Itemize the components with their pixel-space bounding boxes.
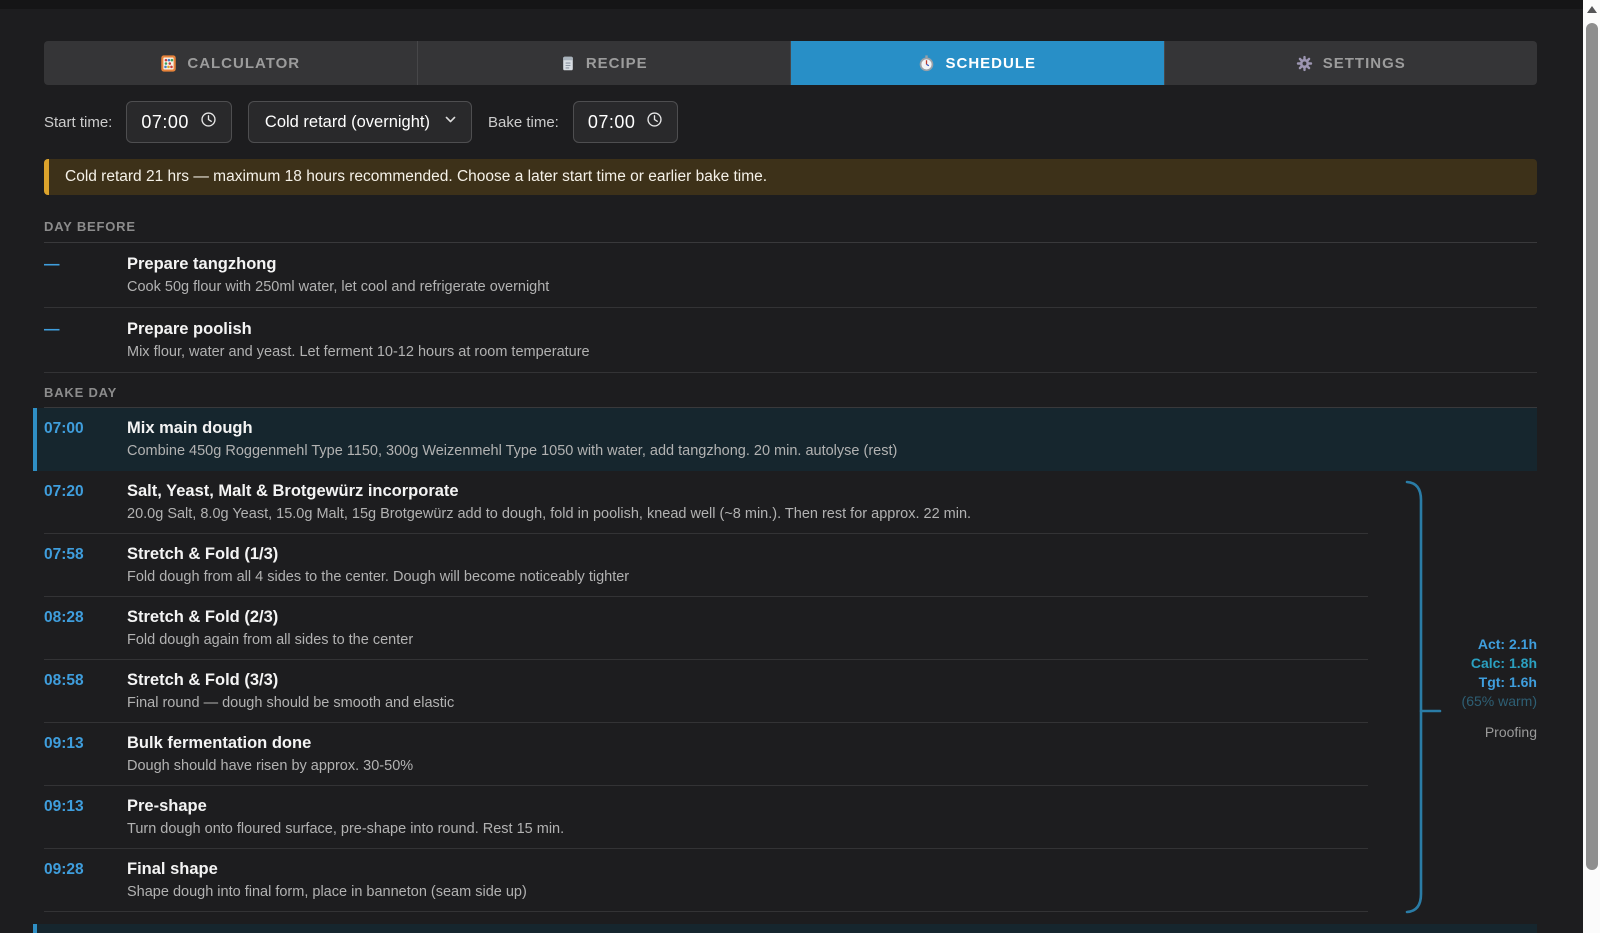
chevron-down-icon: [444, 113, 457, 131]
item-title: Stretch & Fold (1/3): [127, 544, 1537, 565]
item-description: Dough should have risen by approx. 30-50…: [127, 756, 1537, 776]
clock-icon[interactable]: [646, 111, 663, 133]
item-time: 07:58: [44, 544, 127, 587]
proofing-calculated: Calc: 1.8h: [1462, 654, 1537, 673]
section-header: DAY BEFORE: [44, 213, 1537, 243]
schedule-item[interactable]: 07:20Salt, Yeast, Malt & Brotgewürz inco…: [44, 471, 1537, 534]
tab-bar: CALCULATOR RECIPE: [44, 41, 1537, 85]
item-time: 09:13: [44, 733, 127, 776]
schedule-item[interactable]: —Prepare poolishMix flour, water and yea…: [44, 308, 1537, 373]
tab-label: CALCULATOR: [187, 55, 300, 72]
item-title: Pre-shape: [127, 796, 1537, 817]
item-title: Mix main dough: [127, 418, 1537, 439]
schedule-item[interactable]: 09:28Final shapeShape dough into final f…: [44, 849, 1537, 912]
item-dash: —: [44, 319, 127, 362]
clock-icon[interactable]: [200, 111, 217, 133]
item-time: 09:13: [44, 796, 127, 839]
item-description: Fold dough again from all sides to the c…: [127, 630, 1537, 650]
top-strip: [0, 0, 1600, 9]
item-title: Prepare tangzhong: [127, 254, 1537, 275]
item-title: Stretch & Fold (2/3): [127, 607, 1537, 628]
item-description: Shape dough into final form, place in ba…: [127, 882, 1537, 902]
bake-time-label: Bake time:: [488, 114, 559, 131]
item-title: Salt, Yeast, Malt & Brotgewürz incorpora…: [127, 481, 1537, 502]
item-description: Turn dough onto floured surface, pre-sha…: [127, 819, 1537, 839]
schedule-item[interactable]: 08:58Stretch & Fold (3/3)Final round — d…: [44, 660, 1537, 723]
gear-icon: [1296, 55, 1313, 72]
item-time: 08:58: [44, 670, 127, 713]
item-description: Cook 50g flour with 250ml water, let coo…: [127, 277, 1537, 297]
calculator-icon: [160, 55, 177, 72]
schedule-item[interactable]: 09:13Bulk fermentation doneDough should …: [44, 723, 1537, 786]
tab-label: SETTINGS: [1323, 55, 1406, 72]
start-time-value: 07:00: [141, 112, 189, 133]
item-description: Fold dough from all 4 sides to the cente…: [127, 567, 1537, 587]
proofing-labels: Act: 2.1h Calc: 1.8h Tgt: 1.6h (65% warm…: [1462, 635, 1537, 742]
schedule-item[interactable]: 07:58Stretch & Fold (1/3)Fold dough from…: [44, 534, 1537, 597]
item-description: Combine 450g Roggenmehl Type 1150, 300g …: [127, 441, 1537, 461]
warning-banner: Cold retard 21 hrs — maximum 18 hours re…: [44, 159, 1537, 195]
proofing-actual: Act: 2.1h: [1462, 635, 1537, 654]
tab-label: RECIPE: [586, 55, 648, 72]
section-bake-day: 07:00Mix main doughCombine 450g Roggenme…: [44, 408, 1537, 933]
warning-text: Cold retard 21 hrs — maximum 18 hours re…: [65, 168, 767, 186]
tab-settings[interactable]: SETTINGS: [1165, 41, 1538, 85]
section-day-before: —Prepare tangzhongCook 50g flour with 25…: [44, 243, 1537, 373]
stopwatch-icon: [918, 55, 935, 72]
schedule-item[interactable]: 07:00Mix main doughCombine 450g Roggenme…: [33, 408, 1537, 471]
schedule-item[interactable]: —Prepare tangzhongCook 50g flour with 25…: [44, 243, 1537, 308]
tab-calculator[interactable]: CALCULATOR: [44, 41, 418, 85]
tab-label: SCHEDULE: [945, 55, 1036, 72]
bake-time-input[interactable]: 07:00: [573, 101, 679, 143]
proofing-target: Tgt: 1.6h: [1462, 673, 1537, 692]
bake-time-value: 07:00: [588, 112, 636, 133]
proofing-bracket: [1405, 480, 1443, 919]
tab-schedule[interactable]: SCHEDULE: [791, 41, 1165, 85]
item-time: 07:00: [44, 418, 127, 461]
recipe-icon: [560, 55, 576, 72]
scrollbar-up-arrow[interactable]: [1587, 6, 1597, 13]
scrollbar-thumb[interactable]: [1586, 23, 1598, 870]
schedule-item[interactable]: 08:28Stretch & Fold (2/3)Fold dough agai…: [44, 597, 1537, 660]
retard-mode-value: Cold retard (overnight): [265, 113, 430, 132]
tab-recipe[interactable]: RECIPE: [418, 41, 792, 85]
item-time: 07:20: [44, 481, 127, 524]
schedule-list: DAY BEFORE—Prepare tangzhongCook 50g flo…: [44, 213, 1537, 933]
item-time: 08:28: [44, 607, 127, 650]
item-description: Mix flour, water and yeast. Let ferment …: [127, 342, 1537, 362]
item-title: Prepare poolish: [127, 319, 1537, 340]
bread-app: CALCULATOR RECIPE: [44, 41, 1537, 933]
item-description: Final round — dough should be smooth and…: [127, 693, 1537, 713]
start-time-label: Start time:: [44, 114, 112, 131]
item-time: 09:28: [44, 859, 127, 902]
item-dash: —: [44, 254, 127, 297]
proofing-label: Proofing: [1462, 723, 1537, 742]
schedule-item[interactable]: 09:13Pre-shapeTurn dough onto floured su…: [44, 786, 1537, 849]
retard-mode-select[interactable]: Cold retard (overnight): [248, 101, 472, 143]
item-description: 20.0g Salt, 8.0g Yeast, 15.0g Malt, 15g …: [127, 504, 1537, 524]
section-header: BAKE DAY: [44, 379, 1537, 408]
item-title: Bulk fermentation done: [127, 733, 1537, 754]
proofing-warm-pct: (65% warm): [1462, 692, 1537, 711]
schedule-item[interactable]: 09:33Cold retard (fridge): [33, 924, 1537, 933]
item-title: Stretch & Fold (3/3): [127, 670, 1537, 691]
item-title: Final shape: [127, 859, 1537, 880]
schedule-controls: Start time: 07:00 Cold retard (overnight…: [44, 101, 1537, 143]
start-time-input[interactable]: 07:00: [126, 101, 232, 143]
scrollbar-track[interactable]: [1583, 0, 1600, 933]
